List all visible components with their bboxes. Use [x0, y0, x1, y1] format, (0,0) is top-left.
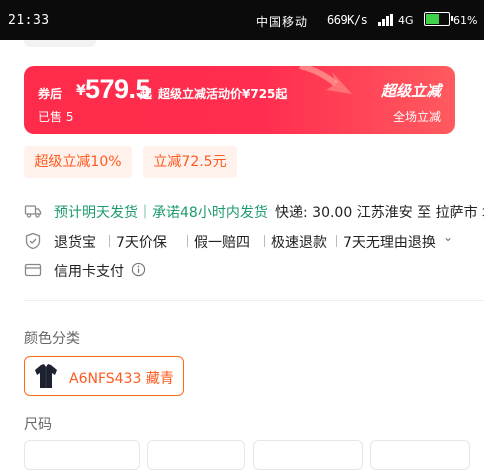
- network-speed: 669K/s: [327, 13, 368, 27]
- battery-percent: 61%: [453, 14, 478, 27]
- size-option[interactable]: [24, 440, 140, 470]
- battery-icon: [424, 12, 453, 26]
- guarantee-price-protection: 7天价保: [116, 235, 167, 251]
- guarantee-fast-refund: 极速退款: [271, 235, 327, 251]
- carrier-name: 中国移动: [256, 15, 309, 29]
- previous-section-edge: [24, 40, 96, 47]
- size-option[interactable]: [370, 440, 470, 470]
- network-type: 4G: [398, 14, 414, 27]
- super-discount-badge: 超级立减: [380, 82, 441, 100]
- divider: [187, 235, 188, 247]
- discount-tag-amount[interactable]: 立减72.5元: [143, 146, 237, 178]
- size-option[interactable]: [147, 440, 245, 470]
- credit-card-label: 信用卡支付: [54, 264, 124, 280]
- clock: 21:33: [8, 13, 50, 28]
- sold-count: 已售 5: [38, 110, 74, 124]
- guarantee-return-insurance: 退货宝: [54, 235, 96, 251]
- credit-card-icon: [24, 263, 42, 277]
- shipping-promise: 预计明天发货｜承诺48小时内发货: [54, 205, 268, 221]
- section-divider: [24, 300, 484, 301]
- shipping-row[interactable]: 预计明天发货｜承诺48小时内发货 快递: 30.00 江苏淮安 至 拉萨市 城关: [24, 200, 484, 222]
- color-option-label: A6NFS433 藏青: [69, 371, 174, 387]
- guarantee-fake-compensation: 假一赔四: [194, 235, 250, 251]
- color-section-label: 颜色分类: [24, 331, 80, 347]
- chevron-down-icon: ⌄: [443, 230, 454, 244]
- info-icon[interactable]: [131, 262, 146, 277]
- store-wide-discount: 全场立减: [392, 110, 441, 124]
- promo-price-banner[interactable]: 券后 ¥ 579.5 起 超级立减活动价¥725起 已售 5 超级立减 全场立减: [24, 66, 455, 134]
- signal-icon: [378, 14, 394, 26]
- arrow-decoration-icon: [299, 66, 352, 94]
- size-option[interactable]: [253, 440, 363, 470]
- status-bar: 21:33 中国移动 669K/s 4G 61%: [0, 0, 484, 40]
- truck-icon: [24, 205, 42, 218]
- divider: [264, 235, 265, 247]
- price-suffix: 起: [140, 87, 153, 101]
- guarantee-7day-return: 7天无理由退换: [343, 235, 436, 251]
- shield-icon: [25, 232, 41, 250]
- divider: [109, 235, 110, 247]
- divider: [336, 235, 337, 247]
- coupon-after-label: 券后: [38, 87, 63, 101]
- activity-price: 超级立减活动价¥725起: [158, 87, 288, 101]
- color-option-selected[interactable]: A6NFS433 藏青: [24, 356, 184, 396]
- size-section-label: 尺码: [24, 417, 52, 433]
- discount-tag-percent[interactable]: 超级立减10%: [24, 146, 132, 178]
- jacket-thumbnail: [31, 361, 61, 391]
- shipping-detail: 快递: 30.00 江苏淮安 至 拉萨市 城关: [275, 205, 484, 221]
